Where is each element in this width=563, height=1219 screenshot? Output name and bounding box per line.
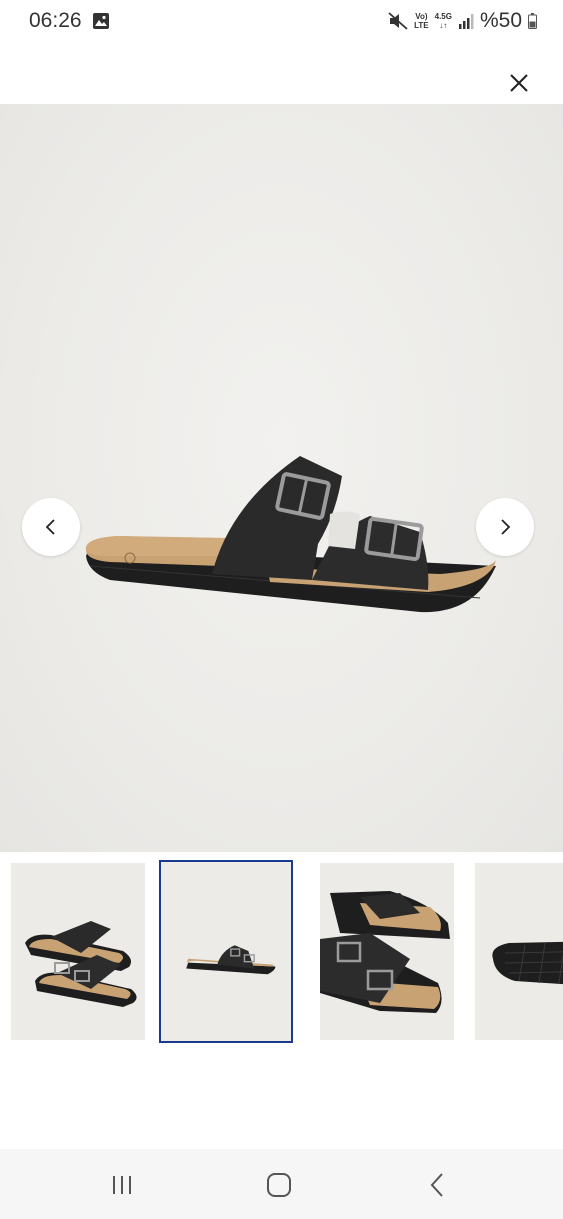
status-icons: Vo) LTE 4.5G ↓↑ %50	[388, 8, 537, 34]
network-type: 4.5G ↓↑	[435, 12, 452, 30]
thumbnail-closeup-image	[320, 891, 450, 1013]
recent-apps-icon[interactable]	[108, 1171, 136, 1199]
main-product-image[interactable]	[0, 104, 563, 852]
data-arrows-icon: ↓↑	[439, 21, 448, 30]
gallery-icon	[93, 13, 109, 29]
back-icon[interactable]	[424, 1171, 452, 1199]
close-icon[interactable]	[504, 68, 534, 98]
battery-percent: %50	[479, 9, 522, 32]
home-icon[interactable]	[265, 1171, 293, 1199]
thumbnail-side-image	[186, 945, 276, 975]
thumbnail-pair-image	[25, 921, 137, 1007]
thumbnail-sole-image	[492, 941, 563, 985]
status-time: 06:26	[29, 9, 82, 32]
chevron-right-icon	[501, 519, 511, 535]
battery-icon	[528, 13, 537, 29]
status-bar: 06:26 Vo) LTE 4.5G ↓↑ %50	[0, 0, 563, 44]
thumbnail-strip	[0, 860, 563, 1044]
network-top-label: Vo)	[415, 12, 428, 21]
thumbnail-4[interactable]	[475, 863, 563, 1040]
previous-image-button[interactable]	[22, 498, 80, 556]
sandal-side-view-image	[85, 456, 496, 613]
next-image-button[interactable]	[476, 498, 534, 556]
chevron-left-icon	[45, 519, 55, 535]
thumbnail-1[interactable]	[11, 863, 145, 1040]
network-mid-label: LTE	[414, 21, 429, 30]
network-indicator: Vo) LTE	[414, 12, 429, 30]
system-navigation-bar	[0, 1149, 563, 1219]
thumbnail-3[interactable]	[320, 863, 454, 1040]
network-type-label: 4.5G	[434, 12, 452, 21]
signal-icon	[458, 14, 474, 29]
mute-icon	[388, 12, 408, 30]
thumbnail-2[interactable]	[159, 860, 293, 1043]
